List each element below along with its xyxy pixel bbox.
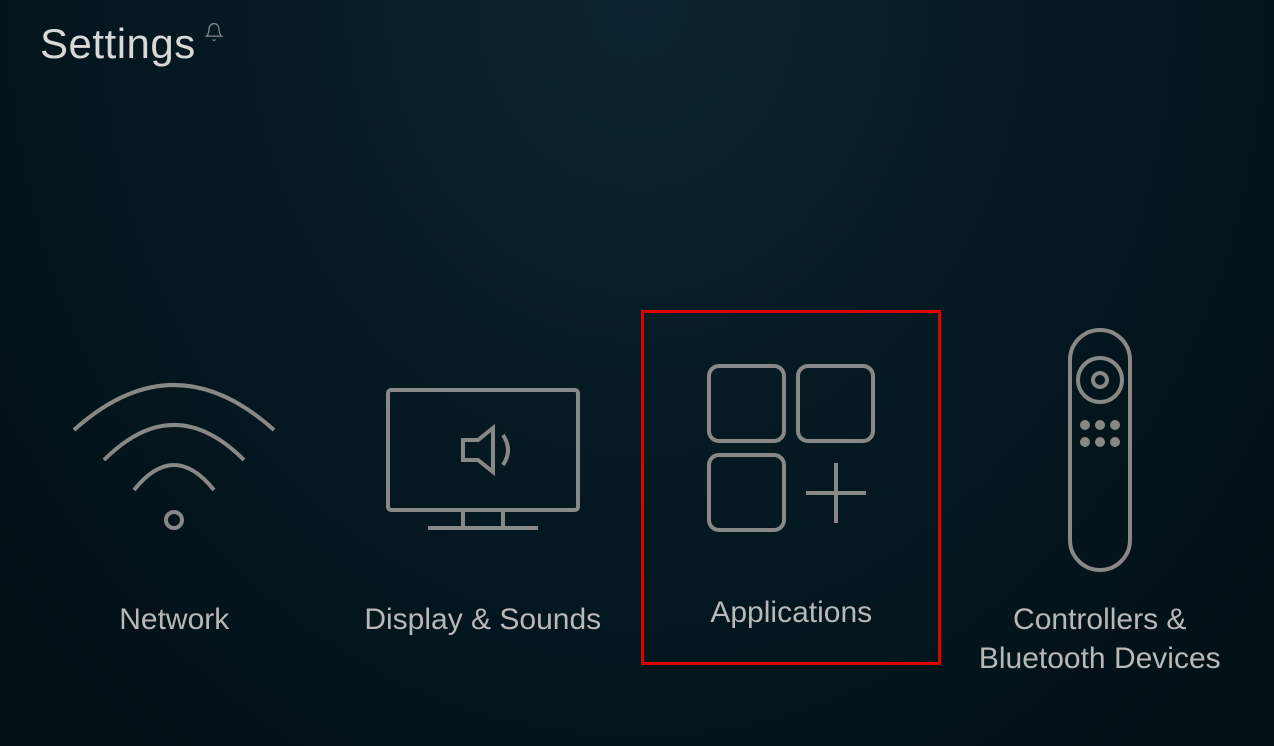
tile-label-applications: Applications bbox=[710, 593, 872, 632]
tile-display-sounds[interactable]: Display & Sounds bbox=[333, 320, 633, 639]
tile-label-network: Network bbox=[119, 600, 229, 639]
wifi-icon bbox=[24, 320, 324, 580]
tile-controllers-bluetooth[interactable]: Controllers & Bluetooth Devices bbox=[950, 320, 1250, 678]
tile-applications[interactable]: Applications bbox=[641, 310, 941, 665]
tile-label-display-sounds: Display & Sounds bbox=[364, 600, 601, 639]
notification-bell-icon[interactable] bbox=[204, 22, 224, 47]
tv-speaker-icon bbox=[333, 320, 633, 580]
remote-icon bbox=[950, 320, 1250, 580]
page-title: Settings bbox=[40, 20, 196, 68]
settings-tiles: Network Display & Sounds Ap bbox=[0, 320, 1274, 678]
tile-label-controllers-bluetooth: Controllers & Bluetooth Devices bbox=[950, 600, 1250, 678]
header: Settings bbox=[40, 20, 224, 68]
tile-network[interactable]: Network bbox=[24, 320, 324, 639]
apps-grid-icon bbox=[664, 323, 918, 573]
